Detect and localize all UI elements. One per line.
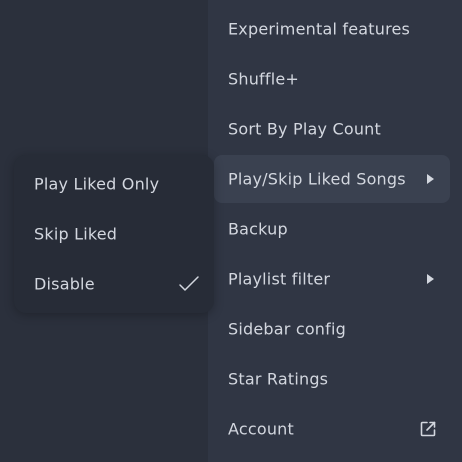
menu-item-label: Experimental features: [228, 19, 411, 39]
menu-item-sidebar-config[interactable]: Sidebar config: [214, 305, 450, 353]
check-icon: [179, 276, 199, 291]
menu-item-label: Shuffle+: [228, 69, 299, 89]
menu-item-label: Account: [228, 419, 295, 439]
menu-item-sort-by-play-count[interactable]: Sort By Play Count: [214, 105, 450, 153]
menu-item-account[interactable]: Account: [214, 405, 450, 453]
submenu-item-label: Skip Liked: [34, 224, 118, 244]
menu-item-experimental-features[interactable]: Experimental features: [214, 5, 450, 53]
menu-item-backup[interactable]: Backup: [214, 205, 450, 253]
context-menu: Experimental features Shuffle+ Sort By P…: [208, 0, 462, 462]
submenu-item-label: Disable: [34, 274, 95, 294]
menu-item-shuffle-plus[interactable]: Shuffle+: [214, 55, 450, 103]
menu-item-star-ratings[interactable]: Star Ratings: [214, 355, 450, 403]
menu-item-label: Backup: [228, 219, 288, 239]
external-link-icon: [420, 421, 436, 437]
menu-item-playlist-filter[interactable]: Playlist filter: [214, 255, 450, 303]
submenu-item-label: Play Liked Only: [34, 174, 160, 194]
liked-songs-submenu: Play Liked Only Skip Liked Disable: [14, 155, 214, 313]
menu-item-play-skip-liked-songs[interactable]: Play/Skip Liked Songs: [214, 155, 450, 203]
menu-item-label: Play/Skip Liked Songs: [228, 169, 406, 189]
chevron-right-icon: [427, 174, 434, 184]
submenu-item-play-liked-only[interactable]: Play Liked Only: [14, 160, 214, 208]
submenu-item-skip-liked[interactable]: Skip Liked: [14, 210, 214, 258]
menu-item-label: Star Ratings: [228, 369, 329, 389]
app-background: Experimental features Shuffle+ Sort By P…: [0, 0, 462, 462]
chevron-right-icon: [427, 274, 434, 284]
menu-item-label: Sidebar config: [228, 319, 346, 339]
menu-item-label: Playlist filter: [228, 269, 331, 289]
menu-item-label: Sort By Play Count: [228, 119, 381, 139]
submenu-item-disable[interactable]: Disable: [14, 260, 214, 308]
